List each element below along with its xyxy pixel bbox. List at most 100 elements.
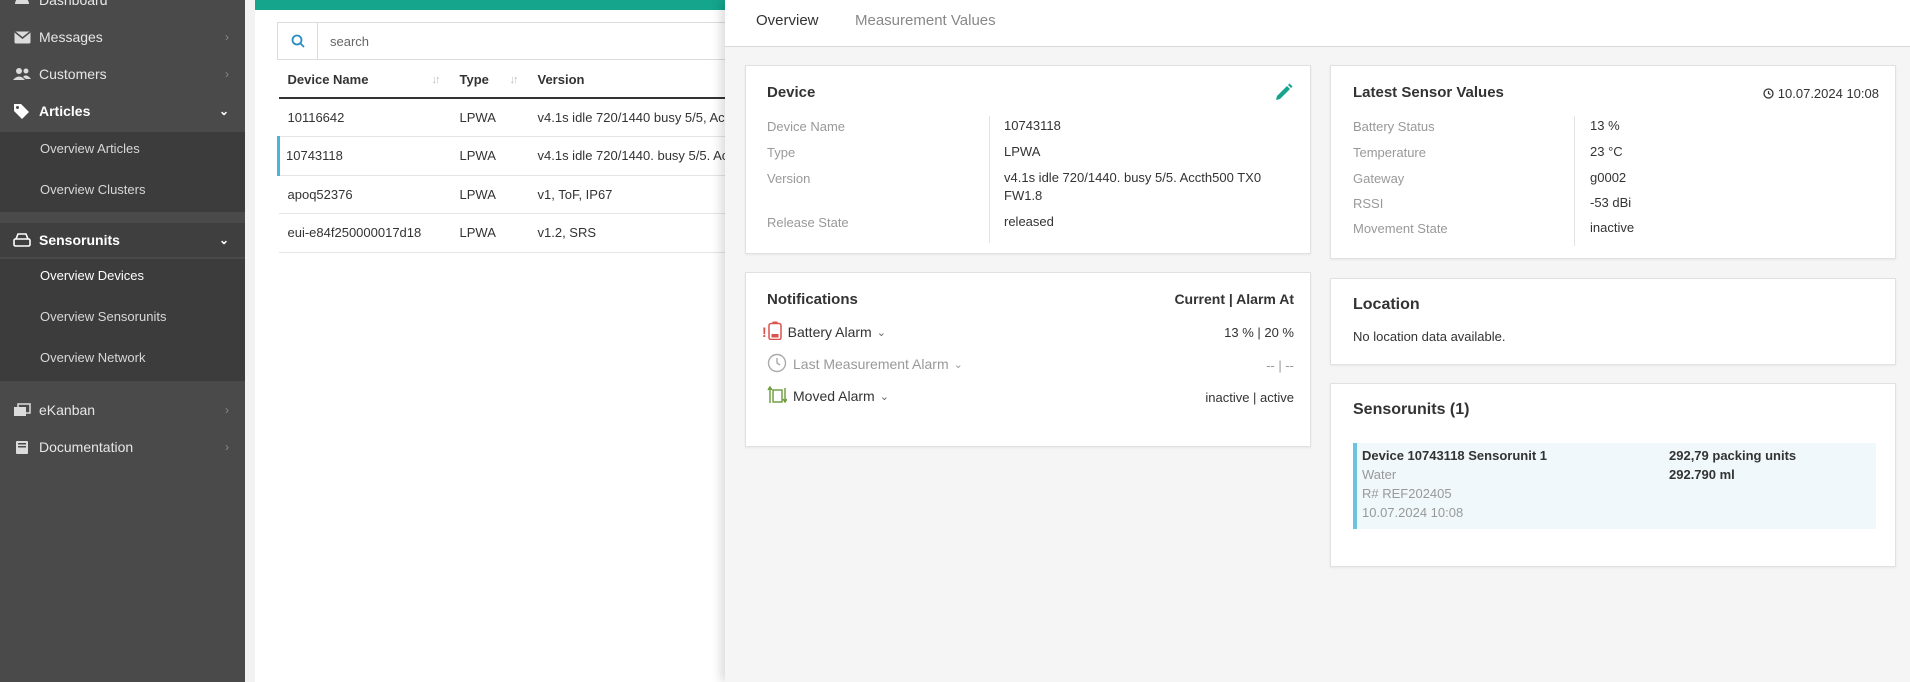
sensor-values-card: Latest Sensor Values 10.07.2024 10:08 Ba… (1330, 65, 1896, 259)
sensor-values-title: Latest Sensor Values (1353, 84, 1504, 101)
sensorunit-quantity-ml: 292.790 ml (1669, 467, 1735, 482)
sensorunits-card: Sensorunits (1) Device 10743118 Sensorun… (1330, 383, 1896, 567)
pencil-icon[interactable] (1274, 82, 1294, 105)
sensorunit-material: Water (1362, 467, 1397, 482)
sidebar-item-customers[interactable]: Customers › (0, 57, 245, 91)
column-header-version[interactable]: Version (528, 62, 739, 99)
sidebar-subitem-overview-network[interactable]: Overview Network (0, 341, 245, 375)
label-movement-state: Movement State (1353, 221, 1448, 236)
sidebar-item-label: eKanban (39, 402, 96, 418)
value-temperature: 23 °C (1590, 144, 1623, 159)
table-row[interactable]: 10116642 LPWA v4.1s idle 720/1440 busy 5… (278, 98, 739, 137)
value-version-line1: v4.1s idle 720/1440. busy 5/5. Accth500 … (1004, 170, 1262, 185)
value-release-state: released (1004, 214, 1054, 229)
cell-type: LPWA (450, 213, 529, 253)
sensorunit-item[interactable]: Device 10743118 Sensorunit 1 Water R# RE… (1353, 443, 1876, 529)
sidebar-item-label: Messages (39, 29, 103, 45)
sidebar-subitem-overview-sensorunits[interactable]: Overview Sensorunits (0, 300, 245, 334)
sidebar-item-articles[interactable]: Articles ⌄ (0, 94, 245, 128)
sensorunit-name: Device 10743118 Sensorunit 1 (1362, 448, 1548, 463)
cell-version: v4.1s idle 720/1440. busy 5/5. Accth500 … (528, 136, 739, 176)
value-type: LPWA (1004, 144, 1041, 159)
cell-device-name: eui-e84f250000017d18 (278, 213, 451, 253)
cell-type: LPWA (450, 136, 529, 176)
chevron-down-icon[interactable]: ⌄ (880, 390, 889, 403)
layers-icon (12, 403, 32, 417)
sidebar-item-label: Documentation (39, 439, 134, 455)
book-icon (12, 440, 32, 455)
search-icon[interactable] (278, 23, 318, 59)
sidebar-subitem-overview-clusters[interactable]: Overview Clusters (0, 173, 245, 207)
notification-label: Battery Alarm (787, 324, 872, 340)
location-empty-text: No location data available. (1353, 329, 1506, 344)
notification-last-measurement-alarm[interactable]: Last Measurement Alarm ⌄ (767, 353, 963, 375)
tab-measurement-values[interactable]: Measurement Values (855, 12, 996, 29)
device-detail-panel: Overview Measurement Values Device Devic… (725, 0, 1910, 682)
sensorunit-date: 10.07.2024 10:08 (1362, 505, 1464, 520)
label-release-state: Release State (767, 215, 849, 230)
search-input[interactable] (318, 33, 718, 49)
card-divider (989, 116, 990, 243)
label-type: Type (767, 145, 796, 160)
articles-submenu: Overview Articles Overview Clusters (0, 132, 245, 212)
sensorunits-title: Sensorunits (1) (1353, 401, 1470, 418)
tab-overview[interactable]: Overview (756, 12, 819, 29)
value-gateway: g0002 (1590, 170, 1627, 185)
column-header-type[interactable]: Type ↓↑ (450, 62, 529, 99)
notification-value-last-measurement: -- | -- (1266, 358, 1294, 373)
cell-type: LPWA (450, 98, 529, 137)
sidebar-subitem-overview-articles[interactable]: Overview Articles (0, 132, 245, 166)
sort-icon[interactable]: ↓↑ (510, 74, 519, 86)
value-movement-state: inactive (1590, 220, 1635, 235)
device-card-title: Device (767, 84, 816, 101)
value-rssi: -53 dBi (1590, 195, 1632, 210)
table-row[interactable]: eui-e84f250000017d18 LPWA v1.2, SRS (278, 213, 739, 253)
sidebar-subitem-overview-devices[interactable]: Overview Devices (0, 259, 245, 293)
location-title: Location (1353, 296, 1420, 313)
column-header-label: Version (537, 72, 585, 87)
cell-device-name: apoq52376 (278, 175, 451, 214)
sensorunits-submenu: Overview Devices Overview Sensorunits Ov… (0, 259, 245, 381)
sidebar-item-dashboard[interactable]: Dashboard (0, 0, 245, 17)
label-device-name: Device Name (767, 119, 846, 134)
sidebar-item-label: Sensorunits (39, 232, 120, 248)
label-gateway: Gateway (1353, 171, 1405, 186)
label-rssi: RSSI (1353, 196, 1384, 211)
notifications-header-right: Current | Alarm At (1174, 291, 1294, 307)
tags-icon (12, 103, 32, 119)
table-row[interactable]: apoq52376 LPWA v1, ToF, IP67 (278, 175, 739, 214)
card-divider (1574, 116, 1575, 246)
notification-battery-alarm[interactable]: ! Battery Alarm ⌄ (762, 321, 886, 343)
hdd-icon (12, 233, 32, 247)
chevron-down-icon[interactable]: ⌄ (954, 358, 963, 371)
device-table: Device Name ↓↑ Type ↓↑ Version 10116642 LP… (277, 62, 739, 253)
column-header-label: Type (459, 72, 489, 87)
value-device-name: 10743118 (1004, 118, 1061, 133)
search-bar (277, 22, 737, 60)
cell-version: v1.2, SRS (528, 213, 739, 253)
cell-device-name: 10743118 (277, 136, 451, 176)
sidebar-item-documentation[interactable]: Documentation › (0, 430, 245, 464)
sidebar-item-label: Dashboard (39, 0, 108, 8)
table-row-selected[interactable]: 10743118 LPWA v4.1s idle 720/1440. busy … (277, 136, 739, 176)
notification-moved-alarm[interactable]: Moved Alarm ⌄ (767, 385, 889, 407)
sidebar-item-messages[interactable]: Messages › (0, 20, 245, 54)
sensorunit-ref: R# REF202405 (1362, 486, 1452, 501)
chevron-right-icon: › (225, 403, 229, 417)
cell-version: v4.1s idle 720/1440 busy 5/5, Accth500 T… (528, 98, 739, 137)
envelope-icon (12, 30, 32, 44)
users-icon (12, 67, 32, 81)
column-header-device-name[interactable]: Device Name ↓↑ (278, 62, 451, 99)
notifications-card-title: Notifications (767, 291, 858, 308)
clock-icon (1763, 88, 1774, 99)
chevron-right-icon: › (225, 30, 229, 44)
label-temperature: Temperature (1353, 145, 1426, 160)
sidebar-item-sensorunits[interactable]: Sensorunits ⌄ (0, 223, 245, 257)
chevron-down-icon[interactable]: ⌄ (877, 326, 886, 339)
detail-tabs: Overview Measurement Values (725, 0, 1910, 47)
sidebar-item-ekanban[interactable]: eKanban › (0, 393, 245, 427)
alert-mark: ! (762, 324, 767, 340)
chevron-right-icon: › (225, 67, 229, 81)
label-version: Version (767, 171, 811, 186)
sort-icon[interactable]: ↓↑ (432, 74, 441, 86)
